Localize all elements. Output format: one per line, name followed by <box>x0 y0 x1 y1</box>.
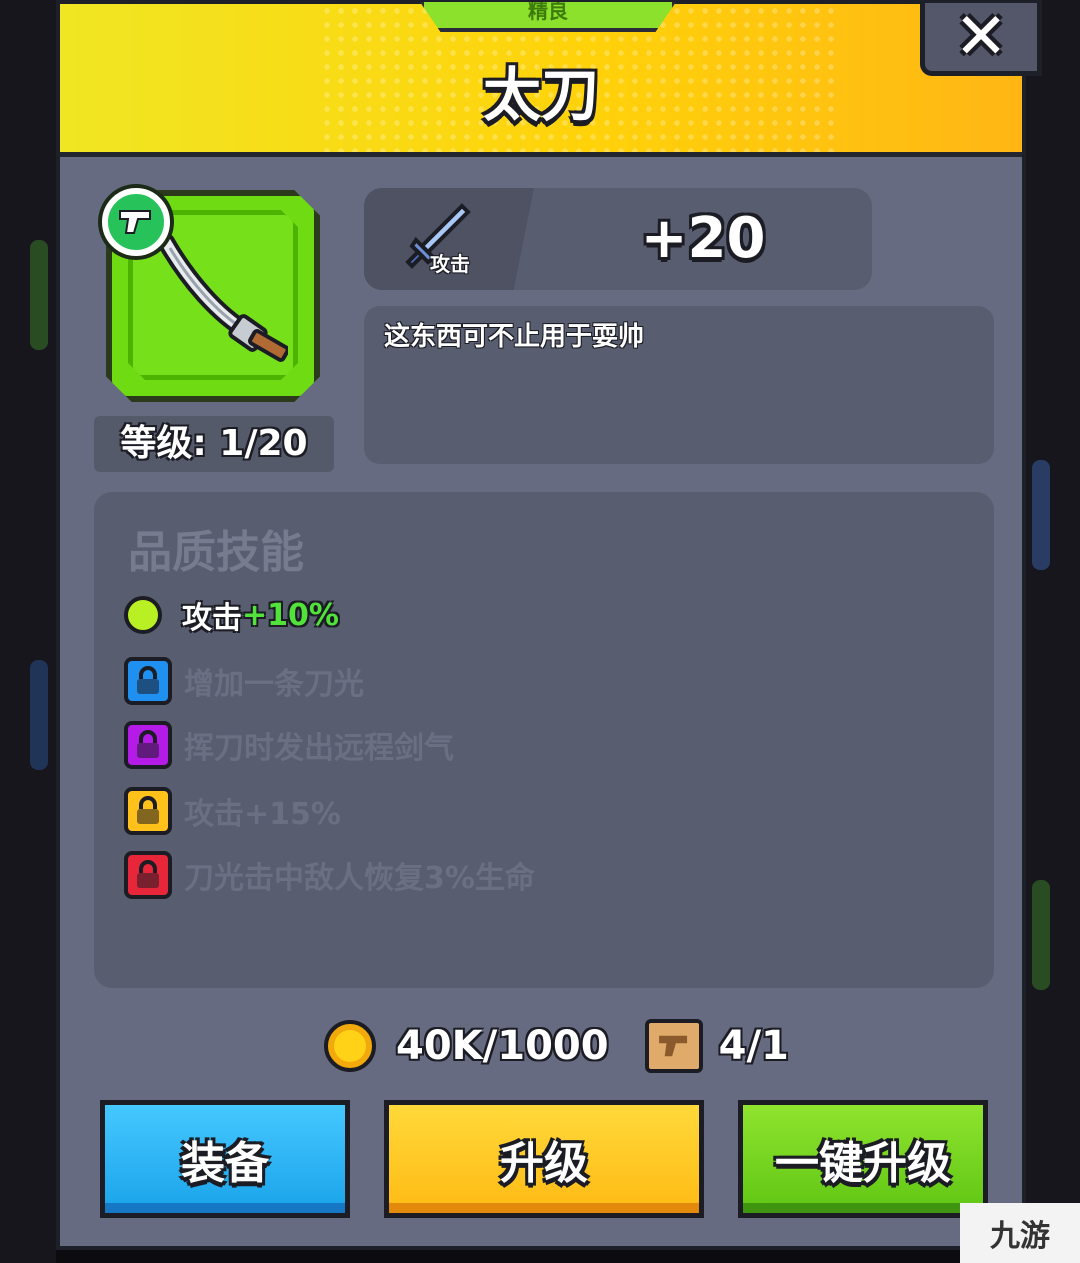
stat-value: +20 <box>640 206 766 271</box>
skill-row-locked: 增加一条刀光 <box>124 656 364 706</box>
lock-icon <box>124 721 172 769</box>
lock-icon <box>124 851 172 899</box>
scroll-icon <box>644 1019 703 1073</box>
background-tab <box>30 240 48 350</box>
panel-header: 精良 太刀 ✕ <box>60 0 1042 157</box>
coin-icon <box>324 1020 376 1072</box>
skill-row-active: 攻击 +10% <box>124 590 339 640</box>
one-click-upgrade-button[interactable]: 一键升级 <box>738 1100 988 1218</box>
item-level: 等级: 1/20 <box>94 416 334 472</box>
locked-skill-text: 攻击+15% <box>184 797 341 832</box>
description-panel: 这东西可不止用于耍帅 <box>364 306 994 464</box>
gold-cost: 40K/1000 <box>396 1023 609 1069</box>
scroll-cost: 4/1 <box>718 1023 789 1069</box>
skill-bonus: +10% <box>242 597 339 633</box>
background-tab <box>1032 460 1050 570</box>
close-icon: ✕ <box>954 0 1008 74</box>
upgrade-cost: 40K/1000 4/1 <box>324 1016 789 1076</box>
equip-button[interactable]: 装备 <box>100 1100 350 1218</box>
quality-skills-panel: 品质技能 攻击 +10% 增加一条刀光 挥刀时发出远程剑气 攻击+15% 刀光击… <box>94 492 994 988</box>
locked-skill-text: 刀光击中敌人恢复3%生命 <box>184 861 535 896</box>
rarity-tab: 精良 <box>420 2 676 32</box>
stat-panel: 攻击 +20 <box>364 188 872 290</box>
active-skill-dot-icon <box>124 596 162 634</box>
locked-skill-text: 增加一条刀光 <box>184 667 364 702</box>
item-title: 太刀 <box>482 61 599 129</box>
background-left <box>0 0 56 1263</box>
skill-text: 攻击 <box>182 601 242 636</box>
pistol-icon <box>119 210 151 234</box>
stat-icon-area: 攻击 <box>364 188 534 290</box>
lock-icon <box>124 787 172 835</box>
background-tab <box>1032 880 1050 990</box>
skill-row-locked: 攻击+15% <box>124 786 341 836</box>
item-detail-panel: 精良 太刀 ✕ 等级: 1/20 攻击 +20 这东西可不止用于耍帅 品质技能 … <box>56 0 1042 1250</box>
stat-label: 攻击 <box>430 252 470 276</box>
background-right <box>1024 0 1080 1263</box>
corner-logo: 九游 <box>960 1203 1080 1263</box>
background-tab <box>30 660 48 770</box>
upgrade-button[interactable]: 升级 <box>384 1100 704 1218</box>
skills-title: 品质技能 <box>128 527 304 578</box>
lock-icon <box>124 657 172 705</box>
skill-row-locked: 挥刀时发出远程剑气 <box>124 720 454 770</box>
locked-skill-text: 挥刀时发出远程剑气 <box>184 731 454 766</box>
close-button[interactable]: ✕ <box>920 0 1042 76</box>
skill-row-locked: 刀光击中敌人恢复3%生命 <box>124 850 535 900</box>
item-description: 这东西可不止用于耍帅 <box>384 322 645 352</box>
weapon-type-badge <box>102 188 170 256</box>
